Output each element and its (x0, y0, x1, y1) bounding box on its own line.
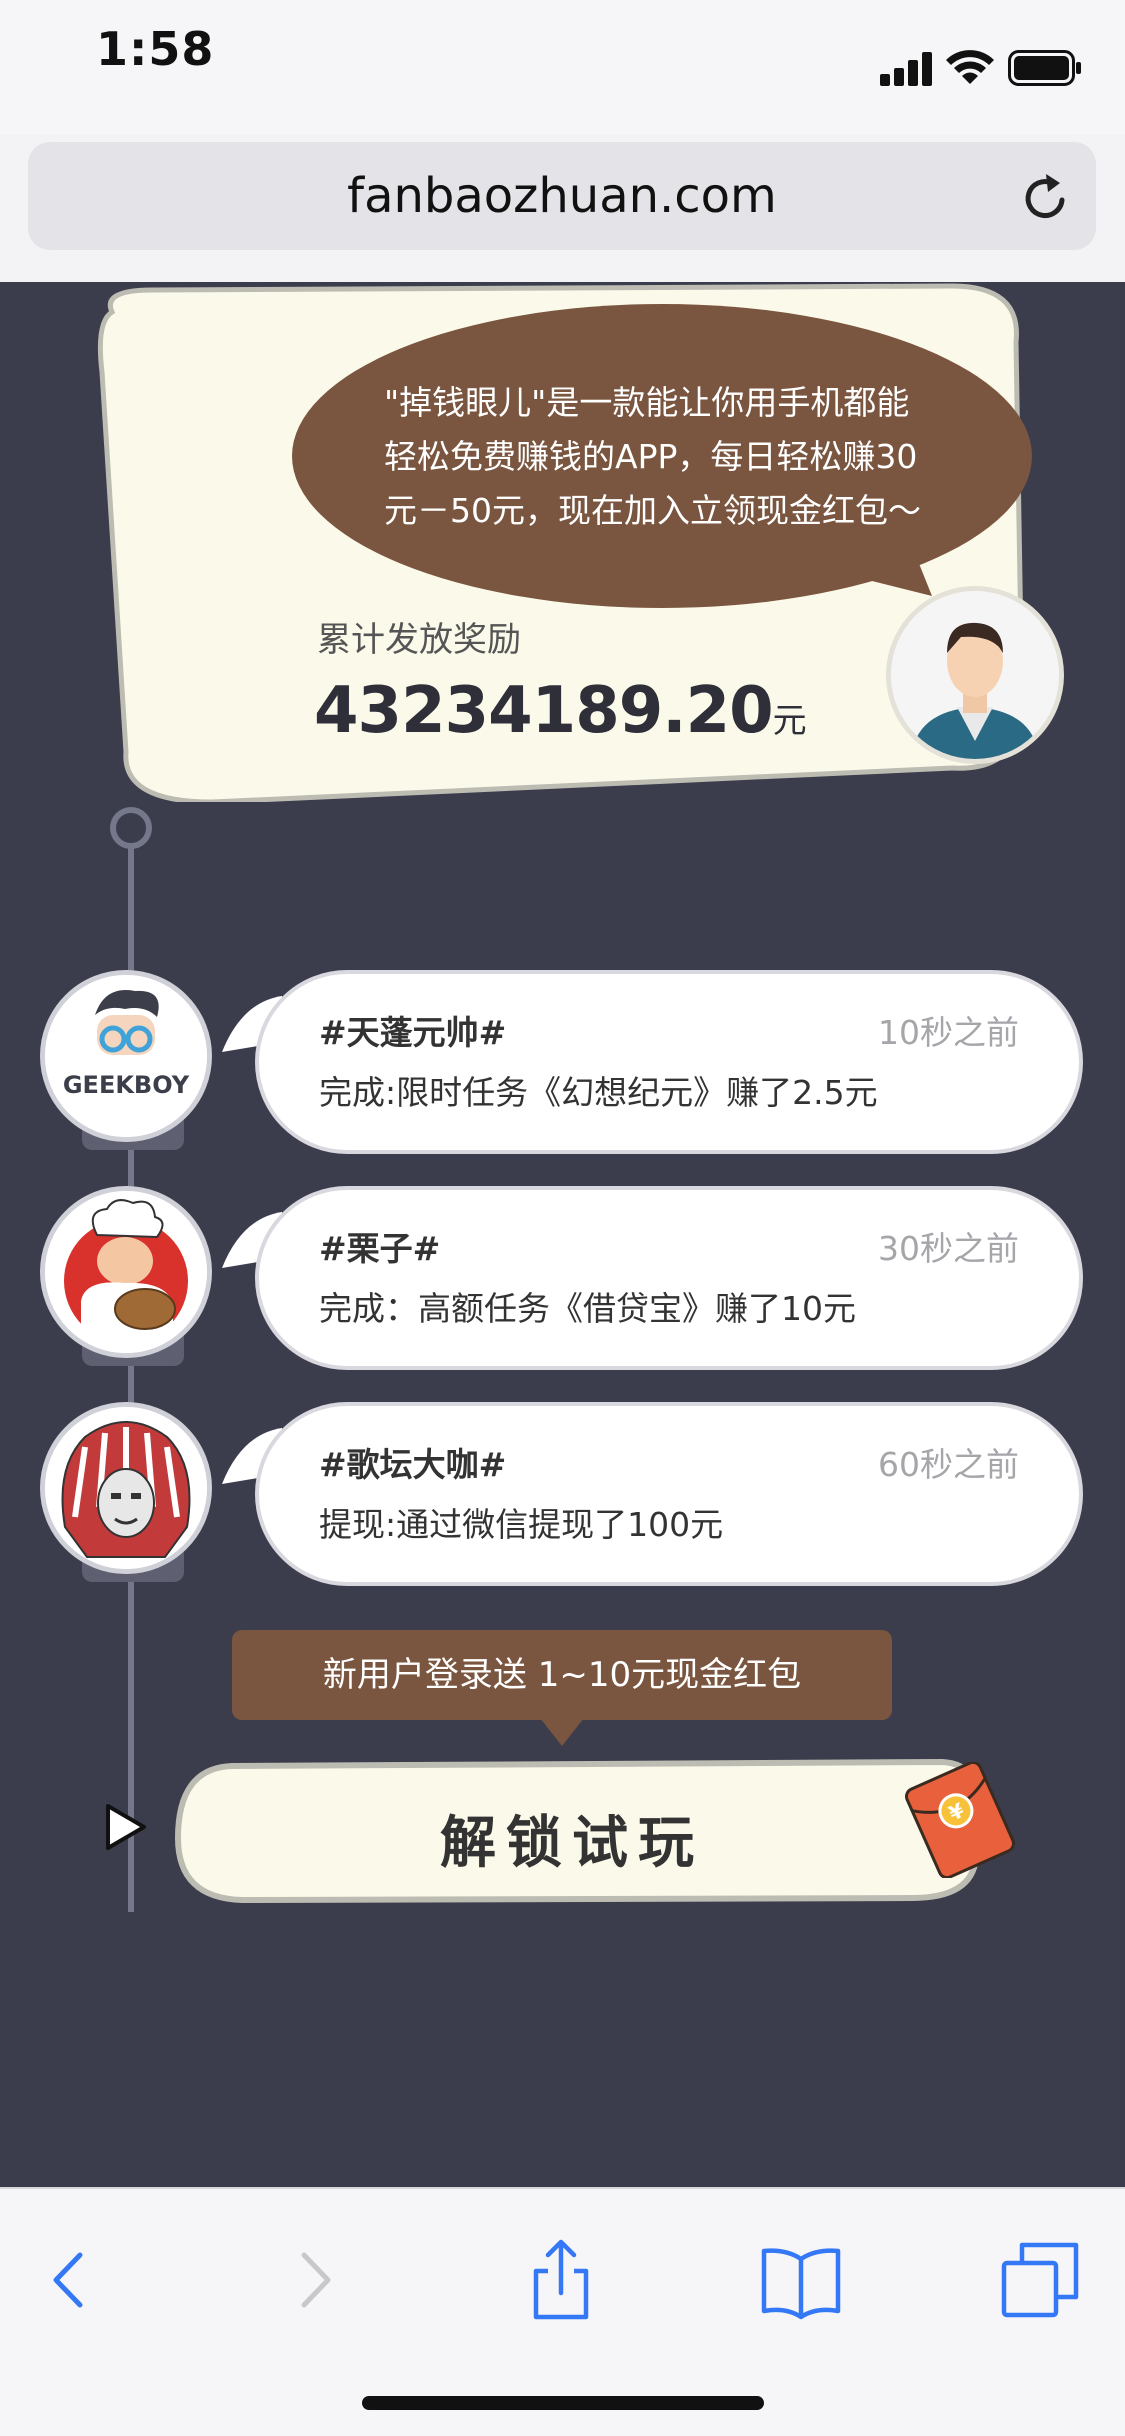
user-avatar: GEEKBOY (40, 970, 212, 1142)
intro-line: "掉钱眼儿"是一款能让你用手机都能 (384, 383, 910, 422)
back-icon[interactable] (26, 2237, 112, 2323)
activity-item: GEEKBOY #天蓬元帅# 10秒之前 完成:限时任务《幻想纪元》赚了2.5元 (0, 970, 1125, 1160)
total-reward-unit: 元 (772, 701, 807, 741)
geekboy-logo-text: GEEKBOY (63, 1071, 190, 1099)
user-avatar (40, 1402, 212, 1574)
activity-time: 30秒之前 (878, 1229, 1019, 1268)
geekboy-avatar-icon: GEEKBOY (45, 975, 207, 1137)
total-reward-amount: 43234189.20元 (314, 674, 807, 748)
promo-tag-pointer (540, 1718, 584, 1746)
battery-icon (1008, 50, 1081, 86)
man-avatar-icon (891, 591, 1059, 759)
tabs-icon[interactable] (1000, 2237, 1086, 2323)
activity-description: 提现:通过微信提现了100元 (319, 1505, 724, 1544)
forward-icon[interactable] (272, 2237, 358, 2323)
total-reward-value: 43234189.20 (314, 674, 774, 748)
bookmarks-icon[interactable] (758, 2237, 844, 2323)
activity-time: 10秒之前 (878, 1013, 1019, 1052)
activity-time: 60秒之前 (878, 1445, 1019, 1484)
activity-bubble: #栗子# 30秒之前 完成：高额任务《借贷宝》赚了10元 (255, 1186, 1083, 1370)
wifi-icon (946, 50, 994, 84)
unlock-trial-label[interactable]: 解锁试玩 (172, 1798, 972, 1879)
activity-description: 完成:限时任务《幻想纪元》赚了2.5元 (319, 1073, 878, 1112)
user-avatar (40, 1186, 212, 1358)
chef-avatar-icon (45, 1191, 207, 1353)
intro-text: "掉钱眼儿"是一款能让你用手机都能 轻松免费赚钱的APP，每日轻松赚30 元－5… (292, 376, 992, 538)
intro-card: "掉钱眼儿"是一款能让你用手机都能 轻松免费赚钱的APP，每日轻松赚30 元－5… (92, 282, 1064, 802)
activity-bubble: #歌坛大咖# 60秒之前 提现:通过微信提现了100元 (255, 1402, 1083, 1586)
activity-bubble: #天蓬元帅# 10秒之前 完成:限时任务《幻想纪元》赚了2.5元 (255, 970, 1083, 1154)
share-icon[interactable] (518, 2237, 604, 2323)
activity-item: #歌坛大咖# 60秒之前 提现:通过微信提现了100元 (0, 1402, 1125, 1592)
red-packet-icon[interactable]: ¥ (902, 1762, 1018, 1878)
home-indicator[interactable] (362, 2396, 764, 2410)
activity-user-name: #天蓬元帅# (319, 1013, 507, 1052)
activity-item: #栗子# 30秒之前 完成：高额任务《借贷宝》赚了10元 (0, 1186, 1125, 1376)
intro-line: 元－50元，现在加入立领现金红包～ (384, 491, 921, 530)
address-bar[interactable]: fanbaozhuan.com (28, 142, 1096, 250)
cellular-signal-icon (880, 52, 932, 86)
activity-description: 完成：高额任务《借贷宝》赚了10元 (319, 1289, 856, 1328)
play-icon (106, 1804, 146, 1850)
timeline-knob (110, 807, 152, 849)
web-content: "掉钱眼儿"是一款能让你用手机都能 轻松免费赚钱的APP，每日轻松赚30 元－5… (0, 282, 1125, 2187)
unlock-trial-button[interactable]: 解锁试玩 (172, 1758, 992, 1904)
reload-icon[interactable] (1018, 170, 1074, 226)
activity-user-name: #歌坛大咖# (319, 1445, 507, 1484)
status-time: 1:58 (96, 22, 215, 76)
intro-line: 轻松免费赚钱的APP，每日轻松赚30 (384, 437, 918, 476)
total-reward-label: 累计发放奖励 (317, 620, 521, 660)
activity-user-name: #栗子# (319, 1229, 441, 1268)
chief-avatar-icon (45, 1407, 207, 1569)
host-avatar (886, 586, 1064, 764)
status-bar: 1:58 (0, 0, 1125, 135)
url-text[interactable]: fanbaozhuan.com (28, 168, 1096, 224)
new-user-promo-tag: 新用户登录送 1~10元现金红包 (232, 1630, 892, 1720)
